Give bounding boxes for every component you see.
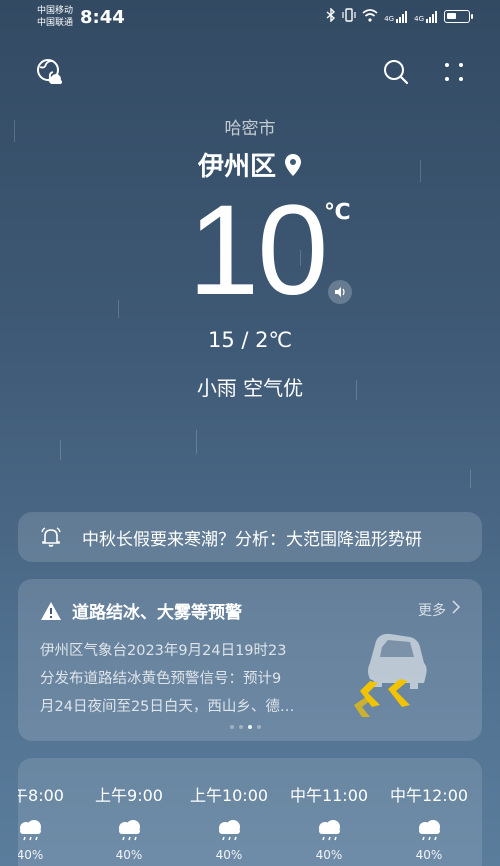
temperature-range: 15 / 2℃ xyxy=(207,328,293,352)
hourly-item: 中午12:00 40% xyxy=(379,782,479,862)
alert-description: 伊州区气象台2023年9月24日19时23 分发布道路结冰黄色预警信号：预计9 … xyxy=(40,637,340,721)
rain-cloud-icon xyxy=(219,820,240,841)
alert-title: 道路结冰、大雾等预警 xyxy=(72,603,242,623)
page-dot xyxy=(239,725,243,729)
hour-time: 上午9:00 xyxy=(95,786,163,805)
wifi-icon xyxy=(362,8,378,25)
bell-icon xyxy=(41,527,61,547)
hourly-forecast[interactable]: 上午8:00 40% 上午9:00 40% 上午10:00 40% 中午11:0… xyxy=(18,758,482,866)
news-banner[interactable]: 中秋长假要来寒潮？分析：大范围降温形势研 xyxy=(18,512,482,562)
page-dot xyxy=(257,725,261,729)
temperature-unit: ℃ xyxy=(324,200,351,225)
district-selector[interactable]: 伊州区 xyxy=(0,146,500,183)
hour-precip: 40% xyxy=(315,848,343,862)
hourly-item: 上午9:00 40% xyxy=(79,782,179,862)
rain-cloud-icon xyxy=(119,820,140,841)
weather-alert-card[interactable]: 道路结冰、大雾等预警 更多 伊州区气象台2023年9月24日19时23 分发布道… xyxy=(18,579,482,741)
rain-cloud-icon xyxy=(319,820,340,841)
rain-streak xyxy=(196,430,197,454)
news-headline: 中秋长假要来寒潮？分析：大范围降温形势研 xyxy=(82,529,422,550)
district-name: 伊州区 xyxy=(197,152,276,182)
signal-icon-1: 4G xyxy=(384,10,408,23)
hour-time: 上午10:00 xyxy=(189,786,269,805)
network-type-1: 4G xyxy=(384,14,395,23)
hour-time: 中午12:00 xyxy=(389,786,469,805)
hourly-item: 上午8:00 40% xyxy=(18,782,80,862)
bluetooth-icon xyxy=(326,7,336,25)
clock: 8:44 xyxy=(80,7,125,28)
hour-precip: 40% xyxy=(415,848,443,862)
carrier-labels: 中国移动 中国联通 xyxy=(37,5,73,29)
carrier-2: 中国联通 xyxy=(37,18,74,28)
more-dots-icon xyxy=(445,63,463,81)
location-pin-icon xyxy=(285,153,301,176)
rain-streak xyxy=(470,470,471,488)
search-button[interactable] xyxy=(382,58,410,86)
carrier-1: 中国移动 xyxy=(37,6,74,16)
alert-line-2: 分发布道路结冰黄色预警信号：预计9 xyxy=(40,671,282,687)
alert-line-1: 伊州区气象台2023年9月24日19时23 xyxy=(40,643,287,659)
speaker-icon xyxy=(335,287,345,297)
voice-broadcast-button[interactable] xyxy=(328,280,352,304)
hourly-item: 上午10:00 40% xyxy=(179,782,279,862)
alert-line-3: 月24日夜间至25日白天，西山乡、德… xyxy=(40,699,295,715)
alert-page-indicator xyxy=(230,725,261,729)
alert-header: 道路结冰、大雾等预警 xyxy=(40,598,242,623)
city-management-button[interactable] xyxy=(36,58,64,86)
search-icon xyxy=(384,60,409,85)
hour-time: 上午8:00 xyxy=(18,786,64,805)
chevron-right-icon xyxy=(452,600,460,614)
globe-weather-icon xyxy=(37,59,62,84)
hour-precip: 40% xyxy=(115,848,143,862)
battery-icon xyxy=(444,10,473,23)
alert-more-link[interactable]: 更多 xyxy=(418,600,460,620)
icy-road-car-icon xyxy=(354,633,427,717)
alert-more-label: 更多 xyxy=(418,603,446,619)
signal-icon-2: 4G xyxy=(414,10,438,23)
rain-cloud-icon xyxy=(419,820,440,841)
status-icons: 4G 4G xyxy=(326,7,473,25)
warning-icon xyxy=(41,601,61,620)
rain-streak xyxy=(118,300,119,318)
page-dot xyxy=(230,725,234,729)
hourly-item: 中午11:00 40% xyxy=(279,782,379,862)
city-name: 哈密市 xyxy=(224,119,276,139)
hour-precip: 40% xyxy=(18,848,44,862)
weather-condition: 小雨 空气优 xyxy=(196,376,304,400)
rain-streak xyxy=(60,440,61,460)
page-dot-active xyxy=(248,725,252,729)
vibrate-icon xyxy=(342,8,356,25)
hour-time: 中午11:00 xyxy=(289,786,369,805)
current-temperature: 10 xyxy=(188,179,328,322)
hour-precip: 40% xyxy=(215,848,243,862)
more-menu-button[interactable] xyxy=(442,60,466,84)
network-type-2: 4G xyxy=(414,14,424,23)
status-bar: 中国移动 中国联通 8:44 4G 4G xyxy=(0,0,500,34)
rain-cloud-icon xyxy=(20,820,41,841)
